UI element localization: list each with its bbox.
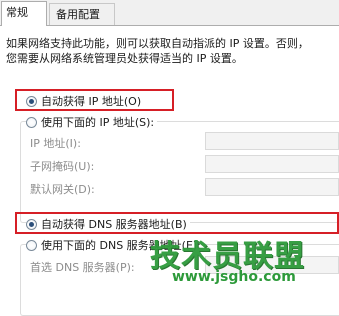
radio-checked-icon: [26, 95, 37, 107]
tab-general[interactable]: 常规: [1, 1, 47, 26]
subnet-mask-label: 子网掩码(U):: [30, 160, 95, 173]
default-gateway-field[interactable]: [205, 178, 339, 196]
watermark-url: www.jsgho.com: [172, 269, 296, 285]
ip-address-label: IP 地址(I):: [30, 137, 81, 150]
subnet-mask-field[interactable]: [205, 155, 339, 173]
auto-ip-radio[interactable]: 自动获得 IP 地址(O): [26, 93, 145, 109]
manual-ip-radio[interactable]: 使用下面的 IP 地址(S):: [26, 114, 158, 130]
preferred-dns-label: 首选 DNS 服务器(P):: [30, 261, 135, 274]
manual-ip-label: 使用下面的 IP 地址(S):: [41, 116, 155, 129]
radio-unchecked-icon: [26, 116, 37, 128]
tab-alternate-configuration[interactable]: 备用配置: [49, 3, 115, 25]
description-line-1: 如果网络支持此功能，则可以获取自动指派的 IP 设置。否则，: [6, 37, 309, 50]
radio-checked-icon: [26, 218, 37, 230]
auto-ip-label: 自动获得 IP 地址(O): [41, 95, 142, 108]
default-gateway-label: 默认网关(D):: [30, 183, 95, 196]
auto-dns-label: 自动获得 DNS 服务器地址(B): [41, 218, 187, 231]
general-panel: 如果网络支持此功能，则可以获取自动指派的 IP 设置。否则， 您需要从网络系统管…: [0, 26, 339, 316]
description: 如果网络支持此功能，则可以获取自动指派的 IP 设置。否则， 您需要从网络系统管…: [6, 36, 339, 66]
description-line-2: 您需要从网络系统管理员处获得适当的 IP 设置。: [6, 52, 243, 65]
auto-dns-radio[interactable]: 自动获得 DNS 服务器地址(B): [26, 216, 190, 232]
radio-unchecked-icon: [26, 239, 37, 251]
ip-address-field[interactable]: [205, 132, 339, 150]
